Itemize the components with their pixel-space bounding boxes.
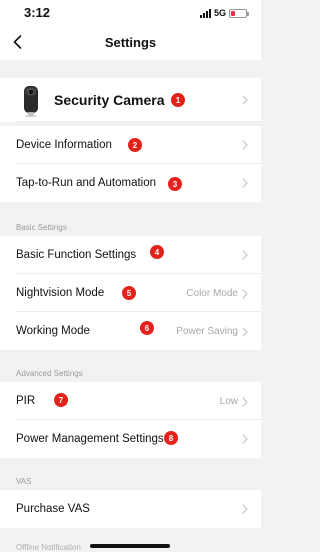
annotation-badge-4: 4 [150, 245, 164, 259]
row-label: PIR [16, 395, 36, 407]
pir-row[interactable]: PIR Low [0, 382, 261, 420]
row-label: Device Information [16, 139, 112, 151]
group-header-vas: VAS [16, 477, 32, 486]
group-header-basic: Basic Settings [16, 223, 67, 232]
annotation-badge-1: 1 [171, 93, 185, 107]
status-bar: 3:12 5G [0, 0, 261, 26]
signal-icon [199, 8, 211, 18]
battery-level [231, 10, 235, 16]
row-label: Nightvision Mode [16, 287, 105, 299]
chevron-right-icon [242, 288, 248, 299]
annotation-badge-3: 3 [168, 177, 182, 191]
row-label: Working Mode [16, 325, 90, 337]
purchase-vas-row[interactable]: Purchase VAS [0, 490, 261, 528]
chevron-right-icon [242, 95, 248, 105]
chevron-right-icon [242, 250, 248, 260]
row-label: Power Management Settings [16, 433, 164, 445]
chevron-right-icon [242, 140, 248, 150]
chevron-right-icon [242, 504, 248, 514]
working-mode-value: Power Saving [176, 326, 238, 337]
chevron-right-icon [242, 396, 248, 407]
battery-icon [229, 8, 249, 18]
tap-to-run-row[interactable]: Tap-to-Run and Automation [0, 164, 261, 202]
annotation-badge-8: 8 [164, 431, 178, 445]
group-header-advanced: Advanced Settings [16, 369, 83, 378]
row-label: Purchase VAS [16, 503, 90, 515]
nightvision-value: Color Mode [186, 288, 238, 299]
page-title: Settings [104, 35, 157, 50]
device-name: Security Camera [54, 92, 165, 108]
power-management-settings-row[interactable]: Power Management Settings [0, 420, 261, 458]
home-indicator[interactable] [90, 544, 170, 548]
pir-value: Low [219, 396, 238, 407]
annotation-badge-2: 2 [128, 138, 142, 152]
chevron-right-icon [242, 434, 248, 444]
annotation-badge-5: 5 [122, 286, 136, 300]
network-type: 5G [213, 8, 226, 18]
chevron-right-icon [242, 326, 248, 337]
chevron-right-icon [242, 178, 248, 188]
annotation-badge-7: 7 [54, 393, 68, 407]
row-label: Tap-to-Run and Automation [16, 177, 157, 189]
status-time: 3:12 [24, 5, 51, 20]
basic-function-settings-row[interactable]: Basic Function Settings [0, 236, 261, 274]
row-label: Basic Function Settings [16, 249, 137, 261]
group-header-offline: Offline Notification [16, 543, 81, 552]
status-indicators: 5G [199, 8, 249, 18]
annotation-badge-6: 6 [140, 321, 154, 335]
working-mode-row[interactable]: Working Mode Power Saving [0, 312, 261, 350]
camera-icon [24, 86, 38, 117]
nav-bar: Settings [0, 26, 261, 60]
